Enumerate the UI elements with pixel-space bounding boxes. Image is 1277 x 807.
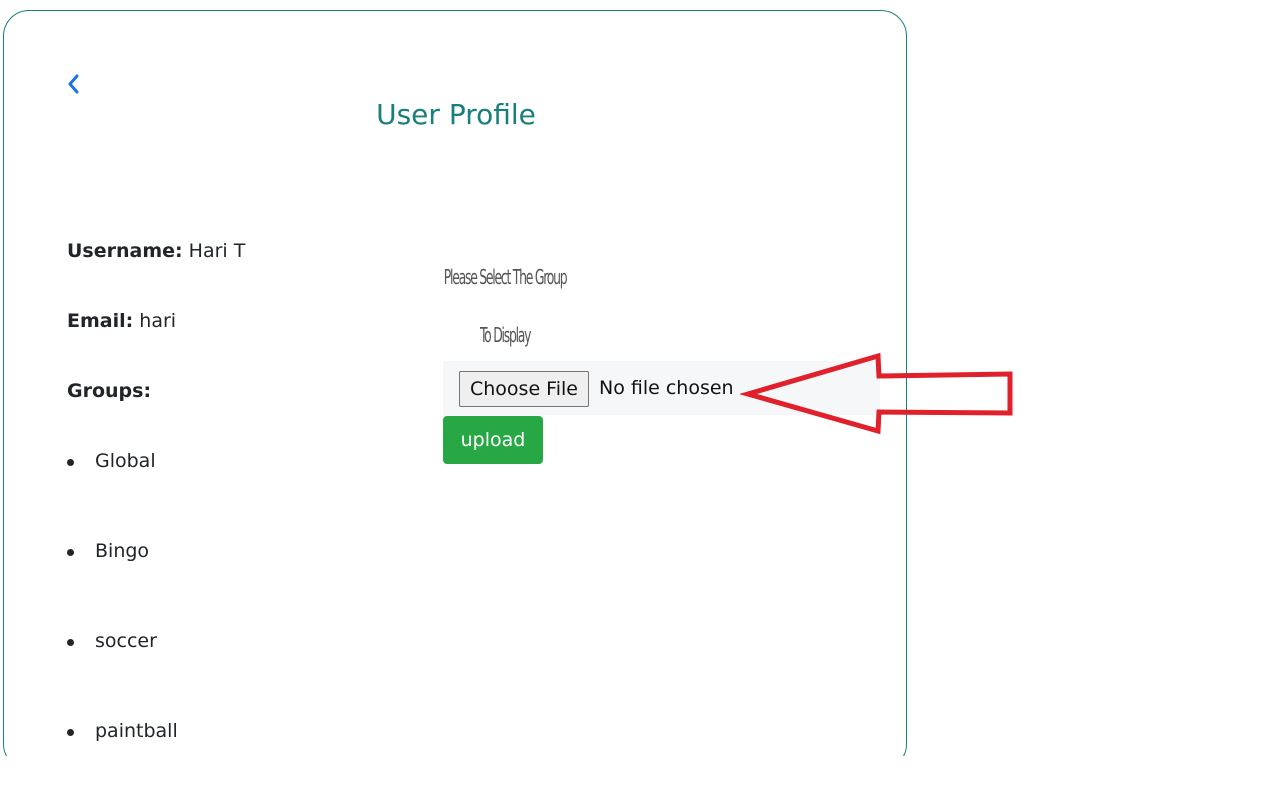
username-label: Username: <box>67 240 183 262</box>
groups-label: Groups: <box>67 380 152 402</box>
group-name: paintball <box>95 720 178 742</box>
group-placeholder-image: Please Select The Group To Display <box>443 265 568 347</box>
list-item: paintball <box>67 720 178 742</box>
page: User Profile Username: Hari T Email: har… <box>0 0 1277 807</box>
username-row: Username: Hari T <box>67 240 245 262</box>
email-row: Email: hari <box>67 310 176 332</box>
upload-button[interactable]: upload <box>443 416 543 464</box>
annotation-arrow-icon <box>740 352 1013 435</box>
bullet-icon <box>67 548 74 556</box>
email-label: Email: <box>67 310 134 332</box>
list-item: soccer <box>67 630 157 652</box>
file-status-text: No file chosen <box>599 377 734 399</box>
viewport-bottom <box>0 756 1277 807</box>
list-item: Global <box>67 450 156 472</box>
bullet-icon <box>67 728 74 736</box>
group-name: soccer <box>95 630 157 652</box>
page-title: User Profile <box>376 98 536 131</box>
group-name: Global <box>95 450 156 472</box>
chevron-left-icon <box>68 74 79 94</box>
email-value: hari <box>139 310 177 332</box>
username-value: Hari T <box>188 240 246 262</box>
choose-file-button[interactable]: Choose File <box>459 371 589 407</box>
bullet-icon <box>67 458 74 466</box>
bullet-icon <box>67 638 74 646</box>
groups-row: Groups: <box>67 380 151 402</box>
back-button[interactable] <box>64 72 84 96</box>
list-item: Bingo <box>67 540 149 562</box>
group-name: Bingo <box>95 540 150 562</box>
